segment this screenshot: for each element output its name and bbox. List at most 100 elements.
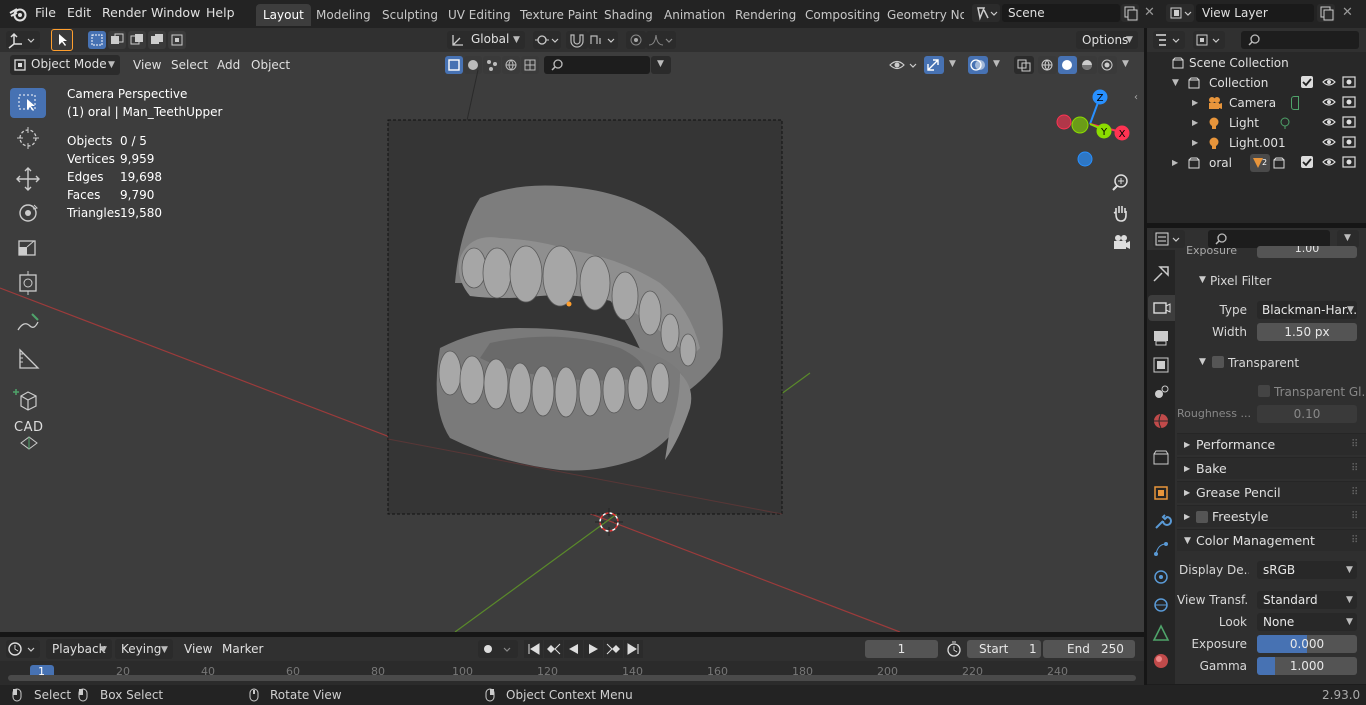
- drag-handle-icon[interactable]: ⠿: [1351, 482, 1358, 504]
- tab-geometry-nodes[interactable]: Geometry Nod: [880, 4, 964, 26]
- color-management-section-header[interactable]: ▼ Color Management ⠿: [1177, 529, 1366, 551]
- tool-rotate[interactable]: [10, 198, 46, 228]
- tab-sculpting[interactable]: Sculpting: [375, 4, 445, 26]
- tab-layout[interactable]: Layout: [256, 4, 311, 26]
- oral-exclude-checkbox[interactable]: [1301, 156, 1313, 168]
- tool-cad[interactable]: CAD: [10, 420, 46, 456]
- menu-render[interactable]: Render: [102, 5, 147, 20]
- transparent-header[interactable]: ▼ Transparent: [1183, 352, 1363, 374]
- close-view-layer-icon[interactable]: ✕: [1342, 5, 1353, 20]
- physics-tab-icon[interactable]: [1148, 564, 1174, 590]
- outliner-editor-type-button[interactable]: [1153, 31, 1185, 49]
- blender-logo-icon[interactable]: [9, 6, 27, 22]
- drag-handle-icon[interactable]: ⠿: [1351, 530, 1358, 552]
- tab-texture-paint[interactable]: Texture Paint: [513, 4, 604, 26]
- next-keyframe-button[interactable]: [604, 640, 623, 658]
- camera-view-icon[interactable]: [1110, 232, 1132, 254]
- close-scene-icon[interactable]: ✕: [1144, 5, 1155, 20]
- prev-keyframe-button[interactable]: [544, 640, 563, 658]
- tab-rendering[interactable]: Rendering: [728, 4, 803, 26]
- scene-name-field[interactable]: Scene: [1002, 4, 1120, 22]
- pan-hand-icon[interactable]: [1110, 202, 1132, 224]
- grease-pencil-section-header[interactable]: ▶ Grease Pencil ⠿: [1177, 481, 1366, 503]
- tool-tab-icon[interactable]: [1148, 261, 1174, 287]
- hide-in-viewport-column[interactable]: [1321, 75, 1337, 175]
- tool-move[interactable]: [10, 164, 46, 194]
- menu-help[interactable]: Help: [206, 5, 235, 20]
- freestyle-checkbox[interactable]: [1196, 511, 1208, 523]
- new-view-layer-button[interactable]: [1317, 4, 1335, 22]
- render-tab[interactable]: [1148, 295, 1175, 321]
- mesh-children-badge[interactable]: 2: [1250, 154, 1270, 172]
- jump-to-end-button[interactable]: [624, 640, 643, 658]
- performance-section-header[interactable]: ▶ Performance ⠿: [1177, 433, 1366, 455]
- expand-arrow-icon[interactable]: ▶: [1192, 133, 1198, 153]
- expand-arrow-icon[interactable]: ▶: [1172, 153, 1178, 173]
- tool-transform[interactable]: [10, 268, 46, 298]
- tab-modeling[interactable]: Modeling: [309, 4, 378, 26]
- timeline-editor-type-button[interactable]: [6, 640, 40, 658]
- freestyle-section-header[interactable]: ▶ Freestyle ⠿: [1177, 505, 1366, 527]
- sidebar-toggle-icon[interactable]: ‹: [1134, 92, 1138, 103]
- timeline-scrollbar[interactable]: [8, 675, 1136, 681]
- material-tab-icon[interactable]: [1148, 648, 1174, 674]
- tab-compositing[interactable]: Compositing: [798, 4, 887, 26]
- scene-tab-icon[interactable]: [1148, 380, 1174, 406]
- tab-animation[interactable]: Animation: [657, 4, 732, 26]
- collection-exclude-checkbox[interactable]: [1301, 76, 1313, 88]
- disable-in-renders-column[interactable]: [1341, 75, 1357, 175]
- look-dropdown[interactable]: None ▼: [1257, 613, 1357, 631]
- view-transform-dropdown[interactable]: Standard ▼: [1257, 591, 1357, 609]
- play-button[interactable]: [584, 640, 603, 658]
- drag-handle-icon[interactable]: ⠿: [1351, 506, 1358, 528]
- expand-arrow-icon[interactable]: ▼: [1172, 73, 1179, 93]
- stopwatch-icon[interactable]: [944, 640, 964, 658]
- display-mode-dropdown[interactable]: [1193, 31, 1225, 49]
- display-device-dropdown[interactable]: sRGB ▼: [1257, 561, 1357, 579]
- view-layer-tab-icon[interactable]: [1148, 352, 1174, 378]
- filter-type-dropdown[interactable]: Blackman-Har... ▼: [1257, 301, 1357, 319]
- tool-select-box[interactable]: [10, 88, 46, 118]
- filter-width-field[interactable]: 1.50 px: [1257, 323, 1357, 341]
- view-layer-name-field[interactable]: View Layer: [1196, 4, 1314, 22]
- modifier-wrench-icon[interactable]: [1148, 508, 1174, 534]
- roughness-field[interactable]: 0.10: [1257, 405, 1357, 423]
- constraints-tab-icon[interactable]: [1148, 592, 1174, 618]
- outliner-search-input[interactable]: [1241, 31, 1359, 49]
- playback-dropdown[interactable]: Playback ▼: [46, 639, 112, 659]
- menu-window[interactable]: Window: [151, 5, 200, 20]
- menu-edit[interactable]: Edit: [67, 5, 91, 20]
- current-frame-field[interactable]: 1: [865, 640, 938, 658]
- start-frame-field[interactable]: Start 1: [967, 640, 1041, 658]
- exposure-slider[interactable]: 0.000: [1257, 635, 1357, 653]
- drag-handle-icon[interactable]: ⠿: [1351, 434, 1358, 456]
- drag-handle-icon[interactable]: ⠿: [1351, 458, 1358, 480]
- object-tab-icon[interactable]: [1148, 480, 1174, 506]
- camera-data-icon[interactable]: [1291, 96, 1299, 110]
- zoom-icon[interactable]: [1110, 172, 1132, 194]
- expand-arrow-icon[interactable]: ▶: [1192, 93, 1198, 113]
- tool-cursor[interactable]: [10, 123, 46, 153]
- 3d-viewport[interactable]: Global ▼ Options ▼ Object Mode ▼ View Se…: [0, 28, 1144, 632]
- tab-shading[interactable]: Shading: [597, 4, 660, 26]
- navigation-gizmo[interactable]: Z X Y: [1054, 86, 1134, 170]
- tab-uv-editing[interactable]: UV Editing: [441, 4, 518, 26]
- transparent-checkbox[interactable]: [1212, 356, 1224, 368]
- tool-measure[interactable]: [10, 344, 46, 374]
- tool-annotate[interactable]: [10, 308, 46, 338]
- gamma-slider[interactable]: 1.000: [1257, 657, 1357, 675]
- world-tab-icon[interactable]: [1148, 408, 1174, 434]
- timeline-marker-menu[interactable]: Marker: [216, 639, 269, 659]
- end-frame-field[interactable]: End 250: [1043, 640, 1135, 658]
- record-button[interactable]: [478, 640, 518, 658]
- keying-dropdown[interactable]: Keying ▼: [115, 639, 173, 659]
- new-scene-button[interactable]: [1121, 4, 1139, 22]
- pixel-filter-header[interactable]: ▼ Pixel Filter: [1183, 270, 1363, 292]
- view-layer-selector-button[interactable]: [1166, 4, 1194, 22]
- jump-to-start-button[interactable]: [524, 640, 543, 658]
- collection-child-icon[interactable]: [1272, 156, 1286, 170]
- transparent-glass-checkbox[interactable]: [1258, 385, 1270, 397]
- timeline-view-menu[interactable]: View: [178, 639, 218, 659]
- tool-add-cube[interactable]: [10, 384, 46, 414]
- menu-file[interactable]: File: [35, 5, 56, 20]
